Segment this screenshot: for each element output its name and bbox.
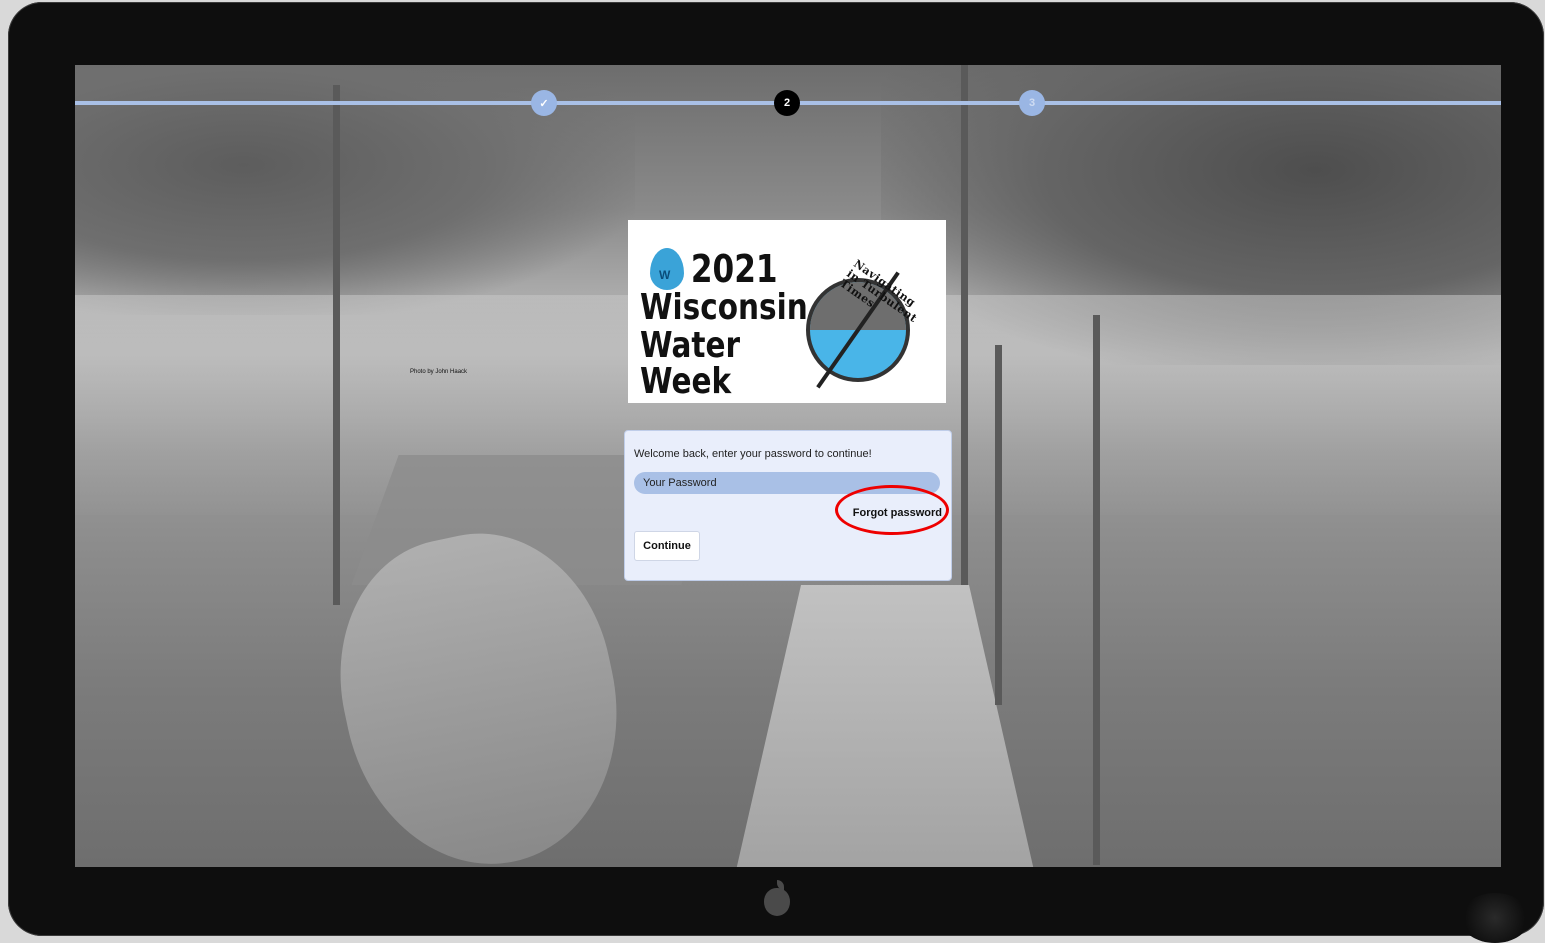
logo-title-line1: Wisconsin: [640, 287, 808, 328]
step-3-pending: 3: [1019, 90, 1045, 116]
step-2-current: 2: [774, 90, 800, 116]
continue-button[interactable]: Continue: [634, 531, 700, 561]
logo-title-line2: Water Week: [640, 325, 741, 402]
forgot-password-link[interactable]: Forgot password: [853, 507, 942, 519]
step-1-complete: ✓: [531, 90, 557, 116]
photo-credit: Photo by John Haack: [410, 369, 468, 375]
background-pole: [1093, 315, 1100, 865]
screen: Photo by John Haack ✓ 2 3 2021 Wisconsin…: [75, 65, 1501, 867]
logo-year: 2021: [690, 247, 778, 291]
step-label: 2: [783, 97, 791, 109]
background-pole: [995, 345, 1002, 705]
background-pier: [735, 585, 1035, 867]
apple-logo-icon: [764, 880, 790, 916]
login-card: Welcome back, enter your password to con…: [624, 430, 952, 581]
step-label: 3: [1028, 97, 1036, 109]
logo-text: 2021 Wisconsin Water Week: [640, 247, 808, 402]
background-pole: [961, 65, 968, 585]
check-icon: ✓: [539, 97, 549, 110]
password-input[interactable]: [634, 472, 940, 494]
welcome-message: Welcome back, enter your password to con…: [634, 448, 872, 460]
background-pole: [333, 85, 340, 605]
event-logo: 2021 Wisconsin Water Week Navigating in …: [628, 220, 946, 403]
